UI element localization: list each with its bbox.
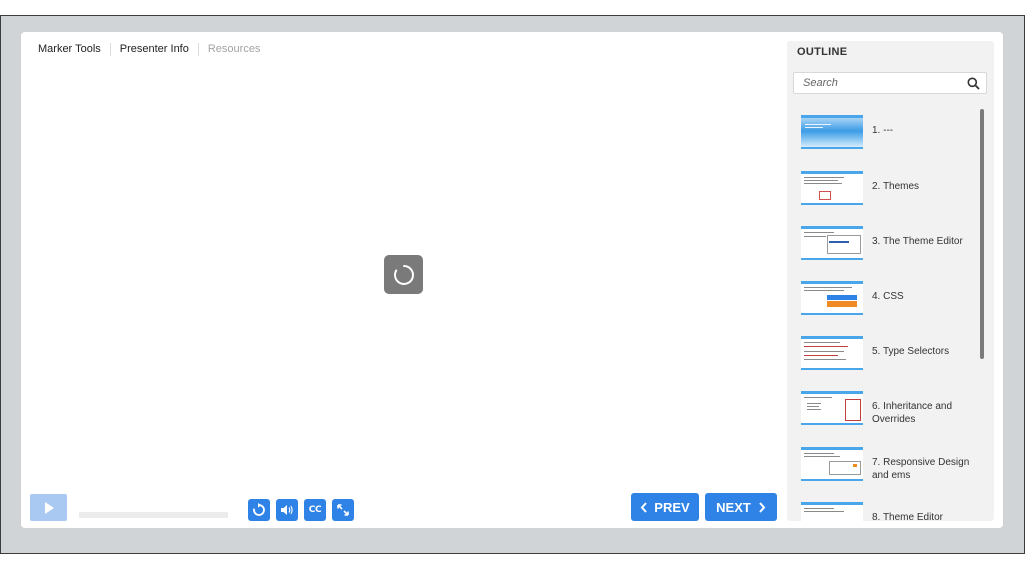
replay-button[interactable]	[248, 499, 270, 521]
slide-thumbnail	[801, 391, 863, 425]
slide-thumbnail	[801, 502, 863, 521]
prev-button[interactable]: PREV	[631, 493, 699, 521]
tab-resources[interactable]: Resources	[197, 42, 270, 56]
outline-item[interactable]: 4. CSS	[801, 281, 971, 321]
slide-thumbnail	[801, 226, 863, 260]
next-label: NEXT	[716, 499, 751, 515]
chevron-left-icon	[640, 501, 648, 513]
volume-button[interactable]	[276, 499, 298, 521]
outline-item[interactable]: 8. Theme Editor	[801, 502, 971, 521]
outline-title: OUTLINE	[797, 46, 848, 58]
outline-sidebar: OUTLINE 1. --- 2. Themes	[787, 41, 994, 521]
outline-item[interactable]: 2. Themes	[801, 171, 971, 211]
slide-thumbnail	[801, 447, 863, 481]
replay-icon	[253, 503, 265, 516]
play-button[interactable]	[30, 494, 67, 521]
outline-scrollbar[interactable]	[980, 109, 984, 359]
outline-item-label: 1. ---	[872, 125, 894, 136]
outline-item-label: 5. Type Selectors	[872, 346, 950, 357]
captions-label: CC	[308, 505, 322, 515]
tab-marker-tools[interactable]: Marker Tools	[38, 43, 110, 56]
outline-item-label: 2. Themes	[872, 181, 920, 192]
outline-item[interactable]: 6. Inheritance and Overrides	[801, 391, 971, 431]
prev-label: PREV	[654, 499, 690, 515]
captions-button[interactable]: CC	[304, 499, 326, 521]
chevron-right-icon	[759, 501, 766, 513]
top-tabs: Marker Tools Presenter Info Resources	[38, 41, 269, 57]
search-icon[interactable]	[967, 77, 980, 90]
outline-item[interactable]: 7. Responsive Design and ems	[801, 447, 971, 487]
outline-item[interactable]: 5. Type Selectors	[801, 336, 971, 376]
search-box	[793, 72, 987, 94]
outline-item-label: 3. The Theme Editor	[872, 236, 963, 247]
fullscreen-button[interactable]	[332, 499, 354, 521]
fullscreen-icon	[337, 504, 349, 516]
slide-thumbnail	[801, 336, 863, 370]
outline-item[interactable]: 1. ---	[801, 115, 971, 155]
volume-icon	[281, 505, 293, 515]
outline-item-label: 6. Inheritance and Overrides	[872, 401, 953, 425]
seek-bar[interactable]	[79, 512, 228, 518]
slide-thumbnail	[801, 115, 863, 149]
outline-item-label: 7. Responsive Design and ems	[872, 457, 970, 481]
next-button[interactable]: NEXT	[705, 493, 777, 521]
tab-presenter-info[interactable]: Presenter Info	[109, 42, 198, 56]
play-icon	[44, 501, 54, 514]
outline-item-label: 8. Theme Editor	[872, 512, 943, 521]
outline-item-label: 4. CSS	[872, 291, 904, 302]
slide-thumbnail	[801, 171, 863, 205]
search-input[interactable]	[803, 76, 953, 90]
outline-item[interactable]: 3. The Theme Editor	[801, 226, 971, 266]
loading-spinner-icon	[384, 255, 423, 294]
slide-thumbnail	[801, 281, 863, 315]
